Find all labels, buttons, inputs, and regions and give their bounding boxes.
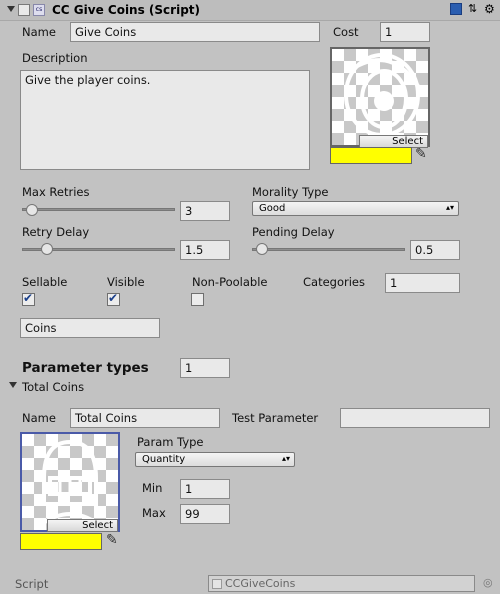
non-poolable-checkbox[interactable] [191,293,204,306]
component-enabled-checkbox[interactable] [18,4,30,16]
script-object-value: CCGiveCoins [225,577,296,590]
parameter-types-count-field[interactable]: 1 [180,358,230,378]
param-type-value: Quantity [142,454,186,465]
script-file-icon [212,579,222,589]
min-label: Min [142,481,163,495]
select-button-2[interactable]: Select [47,519,118,532]
preset-sliders-icon[interactable]: ⇅ [468,3,480,15]
component-foldout-arrow[interactable] [7,6,15,12]
morality-type-dropdown[interactable]: Good ▴▾ [252,201,459,216]
param-name-label: Name [22,411,56,425]
category-field[interactable]: Coins [20,318,160,338]
sellable-checkbox[interactable]: ✔ [22,291,35,306]
name-label: Name [22,25,56,39]
knight-helmet-image-icon [40,439,100,526]
eyedropper-icon-2[interactable]: ✎ [106,532,118,548]
name-field[interactable]: Give Coins [70,22,320,42]
cost-label: Cost [333,25,359,39]
visible-checkbox[interactable]: ✔ [107,291,120,306]
description-textarea[interactable]: Give the player coins. [20,70,310,170]
morality-type-value: Good [259,203,286,214]
pending-delay-slider-thumb[interactable] [256,243,268,255]
morality-type-label: Morality Type [252,185,329,199]
categories-label: Categories [303,275,365,289]
eyedropper-icon[interactable]: ✎ [415,146,427,162]
checkmark-icon: ✔ [108,291,119,305]
total-coins-foldout-arrow[interactable] [9,382,17,388]
image-preview-2[interactable]: Select [20,432,120,532]
param-type-dropdown[interactable]: Quantity ▴▾ [135,452,295,467]
categories-count-field[interactable]: 1 [385,273,460,293]
image-preview-1[interactable]: Select [330,47,430,148]
pending-delay-field[interactable]: 0.5 [410,240,460,260]
script-object-field: CCGiveCoins [208,575,475,592]
script-label: Script [15,577,49,591]
description-label: Description [22,51,88,65]
color-field-2[interactable] [20,533,102,550]
checkmark-icon: ✔ [23,291,34,305]
param-type-label: Param Type [137,435,204,449]
component-title: CC Give Coins (Script) [52,3,201,17]
max-field[interactable]: 99 [180,504,230,524]
test-parameter-field[interactable] [340,408,490,428]
max-retries-label: Max Retries [22,185,90,199]
object-picker-icon: ◎ [483,576,493,589]
dropdown-arrows-icon-2: ▴▾ [281,454,290,463]
max-retries-field[interactable]: 3 [180,201,230,221]
min-field[interactable]: 1 [180,479,230,499]
visible-label: Visible [107,275,145,289]
help-book-icon[interactable] [450,3,462,15]
max-retries-slider-track[interactable] [22,208,175,211]
max-retries-slider-thumb[interactable] [26,204,38,216]
retry-delay-field[interactable]: 1.5 [180,240,230,260]
non-poolable-label: Non-Poolable [192,275,268,289]
sellable-label: Sellable [22,275,68,289]
max-label: Max [142,506,166,520]
cost-field[interactable]: 1 [380,22,430,42]
retry-delay-slider-thumb[interactable] [41,243,53,255]
parameter-types-label: Parameter types [22,360,149,376]
retry-delay-label: Retry Delay [22,225,90,239]
spiral-image-icon [344,53,422,137]
dropdown-arrows-icon: ▴▾ [445,203,454,212]
settings-gear-icon[interactable]: ⚙ [484,3,496,15]
test-parameter-label: Test Parameter [232,411,319,425]
total-coins-foldout-label[interactable]: Total Coins [22,380,84,394]
color-field-1[interactable] [330,147,412,164]
script-icon: cs [33,4,45,16]
pending-delay-slider-track[interactable] [252,248,405,251]
pending-delay-label: Pending Delay [252,225,335,239]
param-name-field[interactable]: Total Coins [70,408,220,428]
